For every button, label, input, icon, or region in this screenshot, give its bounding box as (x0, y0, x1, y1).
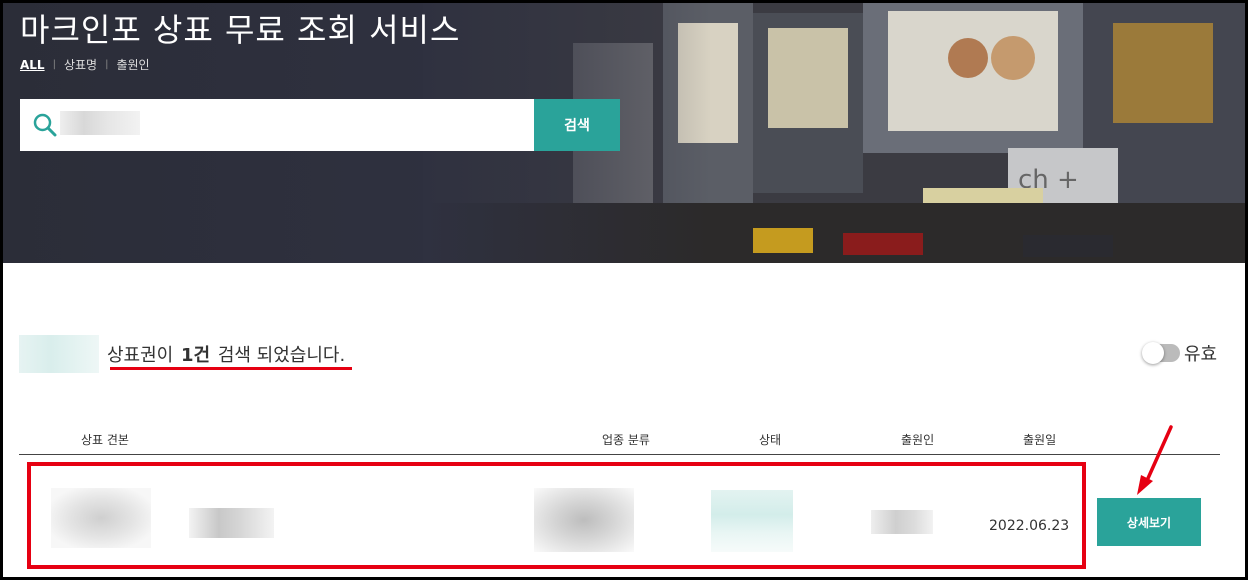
header-status: 상태 (759, 433, 782, 447)
header-trademark-sample: 상표 견본 (81, 433, 129, 447)
summary-underline-annotation (110, 367, 352, 370)
page-title: 마크인포 상표 무료 조회 서비스 (20, 11, 461, 49)
toggle-label: 유효 (1184, 344, 1218, 365)
header-industry-class: 업종 분류 (602, 433, 650, 447)
search-icon (33, 113, 57, 137)
filter-tab-all[interactable]: ALL (20, 58, 53, 72)
red-arrow-icon (1137, 425, 1173, 495)
redacted-keyword (19, 335, 99, 373)
filter-tab-trademark-name[interactable]: 상표명 (56, 56, 105, 73)
header-filing-date: 출원일 (1023, 433, 1057, 447)
search-button[interactable]: 검색 (534, 99, 620, 151)
valid-only-toggle[interactable]: 유효 (1142, 340, 1218, 366)
row-highlight-annotation (27, 462, 1086, 569)
filter-tab-applicant[interactable]: 출원인 (108, 56, 157, 73)
toggle-knob (1142, 342, 1164, 364)
search-input[interactable] (62, 109, 522, 141)
toggle-switch[interactable] (1142, 342, 1180, 364)
table-header: 상표 견본 업종 분류 상태 출원인 출원일 (19, 423, 1220, 455)
summary-suffix: 검색 되었습니다. (217, 345, 346, 366)
page: ch + 마크인포 상표 무료 조회 서비스 ALL | 상표명 | 출원인 검… (3, 3, 1245, 577)
search-filter-tabs: ALL | 상표명 | 출원인 (20, 56, 158, 73)
view-details-button[interactable]: 상세보기 (1097, 498, 1201, 546)
summary-prefix: 상표권이 (107, 345, 174, 366)
header-applicant: 출원인 (901, 433, 935, 447)
search-box (20, 99, 534, 151)
result-count: 1건 (180, 345, 211, 366)
hero-banner: ch + 마크인포 상표 무료 조회 서비스 ALL | 상표명 | 출원인 검… (3, 3, 1245, 263)
